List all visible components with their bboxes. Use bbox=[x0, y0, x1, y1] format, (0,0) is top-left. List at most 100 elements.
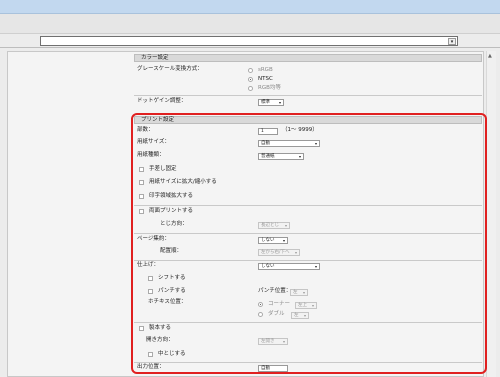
print-area-row[interactable]: 印字領域拡大する bbox=[139, 192, 193, 201]
saddle-label: 中とじする bbox=[158, 351, 186, 357]
opening-label: 開き方向： bbox=[146, 337, 174, 343]
staple-position-label: ホチキス位置： bbox=[148, 299, 187, 305]
duplex-checkbox[interactable] bbox=[139, 209, 144, 214]
divider bbox=[134, 95, 482, 96]
grayscale-option-srgb[interactable]: sRGB bbox=[248, 66, 273, 75]
binding-label: とじ方向： bbox=[160, 221, 188, 227]
punch-position-select[interactable]: 左 ▾ bbox=[290, 289, 308, 296]
chevron-down-icon: ▾ bbox=[314, 141, 317, 146]
finishing-select[interactable]: しない ▾ bbox=[258, 263, 320, 270]
manual-feed-row[interactable]: 手差し固定 bbox=[139, 165, 177, 174]
radio-staple-double[interactable] bbox=[258, 312, 263, 317]
radio-rgb-equal[interactable] bbox=[248, 86, 253, 91]
staple-double-select[interactable]: 左 ▾ bbox=[291, 312, 309, 319]
chevron-down-icon: ▾ bbox=[278, 100, 281, 105]
page-layout-label: ページ集約： bbox=[137, 236, 170, 242]
dot-gain-label: ドットゲイン調整： bbox=[137, 98, 187, 104]
divider bbox=[134, 233, 482, 234]
chevron-down-icon: ▾ bbox=[314, 264, 317, 269]
manual-feed-checkbox[interactable] bbox=[139, 167, 144, 172]
copies-label: 部数： bbox=[137, 127, 154, 133]
binding-value: 長辺とじ bbox=[261, 223, 279, 228]
address-field[interactable]: ▾ bbox=[40, 36, 458, 46]
booklet-label: 製本する bbox=[149, 325, 172, 331]
saddle-checkbox[interactable] bbox=[148, 352, 153, 357]
chevron-down-icon: ▾ bbox=[311, 303, 314, 308]
address-dropdown-icon[interactable]: ▾ bbox=[448, 38, 456, 45]
finishing-value: しない bbox=[261, 264, 275, 269]
vertical-scrollbar[interactable]: ▲ bbox=[486, 51, 496, 377]
staple-double-row[interactable]: ダブル bbox=[258, 310, 285, 319]
scale-to-paper-checkbox[interactable] bbox=[139, 180, 144, 185]
chevron-down-icon: ▾ bbox=[294, 250, 297, 255]
paper-size-label: 用紙サイズ： bbox=[137, 139, 170, 145]
paper-type-select[interactable]: 普通紙 ▾ bbox=[258, 153, 304, 160]
settings-content-area bbox=[0, 48, 500, 377]
chevron-down-icon: ▾ bbox=[284, 223, 287, 228]
punch-position-label: パンチ位置： bbox=[258, 288, 292, 294]
staple-double-value: 左 bbox=[294, 313, 299, 318]
dot-gain-select[interactable]: 標準 ▾ bbox=[258, 99, 284, 106]
shift-label: シフトする bbox=[158, 275, 186, 281]
chevron-down-icon: ▾ bbox=[282, 238, 285, 243]
divider bbox=[134, 260, 482, 261]
saddle-row[interactable]: 中とじする bbox=[148, 350, 186, 359]
dot-gain-value: 標準 bbox=[261, 100, 270, 105]
output-select[interactable]: 自動 bbox=[258, 365, 288, 372]
chevron-down-icon: ▾ bbox=[303, 313, 306, 318]
window-title-bar bbox=[0, 0, 500, 14]
booklet-checkbox[interactable] bbox=[139, 326, 144, 331]
duplex-label: 両面プリントする bbox=[149, 208, 194, 214]
paper-type-value: 普通紙 bbox=[261, 154, 275, 159]
rgb-equal-label: RGB均等 bbox=[258, 85, 281, 91]
staple-corner-row[interactable]: コーナー bbox=[258, 300, 290, 309]
staple-corner-select[interactable]: 左上 ▾ bbox=[295, 302, 317, 309]
punch-checkbox[interactable] bbox=[148, 289, 153, 294]
copies-input[interactable]: 1 bbox=[258, 128, 278, 135]
paper-size-select[interactable]: 自動 ▾ bbox=[258, 140, 320, 147]
punch-row[interactable]: パンチする bbox=[148, 287, 186, 296]
staple-double-label: ダブル bbox=[268, 311, 285, 317]
divider bbox=[134, 322, 482, 323]
print-area-label: 印字領域拡大する bbox=[149, 193, 194, 199]
divider bbox=[134, 205, 482, 206]
duplex-row[interactable]: 両面プリントする bbox=[139, 207, 193, 216]
browser-toolbar bbox=[0, 14, 500, 34]
chevron-down-icon: ▾ bbox=[282, 339, 285, 344]
output-label: 出力位置： bbox=[137, 364, 165, 370]
punch-position-value: 左 bbox=[293, 290, 298, 295]
print-settings-header: プリント設定 bbox=[134, 116, 482, 124]
print-area-checkbox[interactable] bbox=[139, 194, 144, 199]
shift-row[interactable]: シフトする bbox=[148, 274, 186, 283]
staple-corner-value: 左上 bbox=[298, 303, 307, 308]
binding-select[interactable]: 長辺とじ ▾ bbox=[258, 222, 290, 229]
settings-panel bbox=[7, 51, 484, 377]
manual-feed-label: 手差し固定 bbox=[149, 166, 177, 172]
page-order-label: 配置順： bbox=[160, 248, 183, 254]
paper-size-value: 自動 bbox=[261, 141, 270, 146]
grayscale-option-rgb-equal[interactable]: RGB均等 bbox=[248, 84, 281, 93]
grayscale-label: グレースケール変換方式： bbox=[137, 66, 203, 72]
scroll-up-icon[interactable]: ▲ bbox=[488, 53, 492, 59]
scale-to-paper-label: 用紙サイズに拡大/縮小する bbox=[149, 179, 217, 185]
punch-label: パンチする bbox=[158, 288, 186, 294]
paper-type-label: 用紙種類： bbox=[137, 152, 165, 158]
ntsc-label: NTSC bbox=[258, 76, 273, 82]
radio-ntsc[interactable] bbox=[248, 77, 253, 82]
radio-staple-corner[interactable] bbox=[258, 302, 263, 307]
page-layout-select[interactable]: しない ▾ bbox=[258, 237, 288, 244]
address-bar: ▾ bbox=[0, 34, 500, 48]
radio-srgb[interactable] bbox=[248, 68, 253, 73]
page-order-select[interactable]: 左から右/下へ ▾ bbox=[258, 249, 300, 256]
shift-checkbox[interactable] bbox=[148, 276, 153, 281]
srgb-label: sRGB bbox=[258, 67, 273, 73]
opening-select[interactable]: 左開き ▾ bbox=[258, 338, 288, 345]
chevron-down-icon: ▾ bbox=[298, 154, 301, 159]
booklet-row[interactable]: 製本する bbox=[139, 324, 171, 333]
grayscale-option-ntsc[interactable]: NTSC bbox=[248, 75, 273, 84]
scale-to-paper-row[interactable]: 用紙サイズに拡大/縮小する bbox=[139, 178, 217, 187]
color-settings-header: カラー設定 bbox=[134, 54, 482, 62]
output-value: 自動 bbox=[261, 366, 270, 371]
chevron-down-icon: ▾ bbox=[302, 290, 305, 295]
opening-value: 左開き bbox=[261, 339, 275, 344]
